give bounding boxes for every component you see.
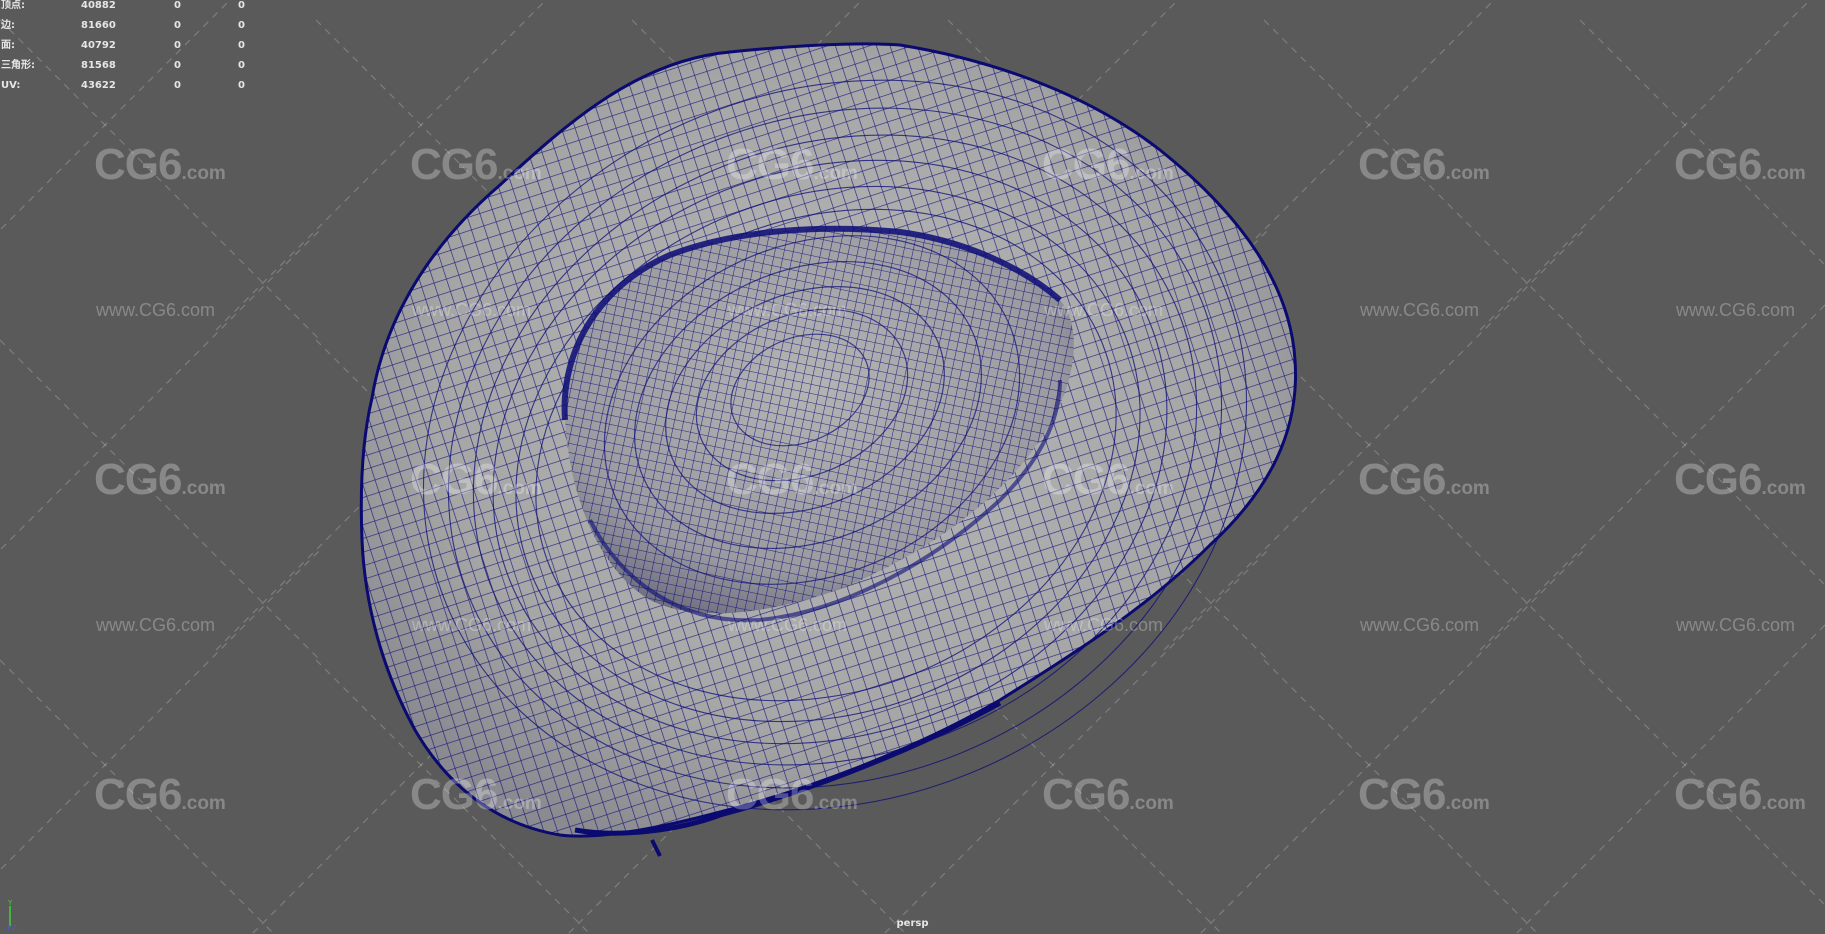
watermark-logo: CG6.com (1358, 455, 1490, 504)
hud-label: 面: (1, 40, 15, 51)
watermark-logo: CG6.com (94, 770, 226, 819)
watermark-logo: CG6.com (1042, 140, 1174, 189)
watermark-logo: CG6.com (1674, 140, 1806, 189)
hud-row-triangles: 三角形: 81568 0 0 (1, 56, 261, 76)
hud-selected: 0 (174, 20, 181, 31)
watermark-logo: CG6.com (410, 770, 542, 819)
hud-extra: 0 (238, 40, 245, 51)
watermark-url: www.CG6.com (1044, 300, 1164, 320)
hud-total: 43622 (81, 80, 116, 91)
hud-total: 81568 (81, 60, 116, 71)
watermark-logo: CG6.com (726, 140, 858, 189)
watermark-url: www.CG6.com (728, 615, 848, 635)
watermark-logo: CG6.com (726, 770, 858, 819)
hud-extra: 0 (238, 60, 245, 71)
watermark-logo: CG6.com (1358, 140, 1490, 189)
watermark-url: www.CG6.com (1676, 300, 1796, 320)
watermark-url: www.CG6.com (1676, 615, 1796, 635)
hud-label: 边: (1, 20, 15, 31)
watermark-logo: CG6.com (94, 140, 226, 189)
camera-name-label: persp (896, 918, 929, 929)
hud-total: 81660 (81, 20, 116, 31)
hud-total: 40882 (81, 0, 116, 11)
watermark-url: www.CG6.com (96, 300, 216, 320)
hud-total: 40792 (81, 40, 116, 51)
watermark-url: www.CG6.com (412, 615, 532, 635)
hud-label: 三角形: (1, 60, 35, 71)
hud-selected: 0 (174, 0, 181, 11)
watermark-logo: CG6.com (1674, 455, 1806, 504)
hud-selected: 0 (174, 40, 181, 51)
hud-row-faces: 面: 40792 0 0 (1, 36, 261, 56)
watermark-url: www.CG6.com (1360, 300, 1480, 320)
hud-extra: 0 (238, 20, 245, 31)
watermark-url: www.CG6.com (728, 300, 848, 320)
watermark-logo: CG6.com (410, 455, 542, 504)
hud-label: UV: (1, 80, 21, 91)
hud-selected: 0 (174, 60, 181, 71)
watermark-logo: CG6.com (1358, 770, 1490, 819)
watermark-logo: CG6.com (94, 455, 226, 504)
hud-row-vertices: 顶点: 40882 0 0 (1, 0, 261, 16)
hud-row-uvs: UV: 43622 0 0 (1, 76, 261, 96)
hud-row-edges: 边: 81660 0 0 (1, 16, 261, 36)
watermark-url: www.CG6.com (1044, 615, 1164, 635)
watermark-url: www.CG6.com (1360, 615, 1480, 635)
watermark-logo: CG6.com (1674, 770, 1806, 819)
watermark-logo: CG6.com (1042, 455, 1174, 504)
watermark-logo: CG6.com (410, 140, 542, 189)
hud-extra: 0 (238, 0, 245, 11)
watermark-url: www.CG6.com (96, 615, 216, 635)
axis-y-label: Y (7, 899, 13, 907)
persp-viewport[interactable] (0, 0, 1825, 934)
hud-selected: 0 (174, 80, 181, 91)
hud-extra: 0 (238, 80, 245, 91)
watermark-url: www.CG6.com (412, 300, 532, 320)
hud-label: 顶点: (1, 0, 25, 11)
watermark-logo: CG6.com (1042, 770, 1174, 819)
poly-count-hud: 顶点: 40882 0 0 边: 81660 0 0 面: 40792 0 0 … (1, 0, 261, 96)
watermark-logo: CG6.com (726, 455, 858, 504)
